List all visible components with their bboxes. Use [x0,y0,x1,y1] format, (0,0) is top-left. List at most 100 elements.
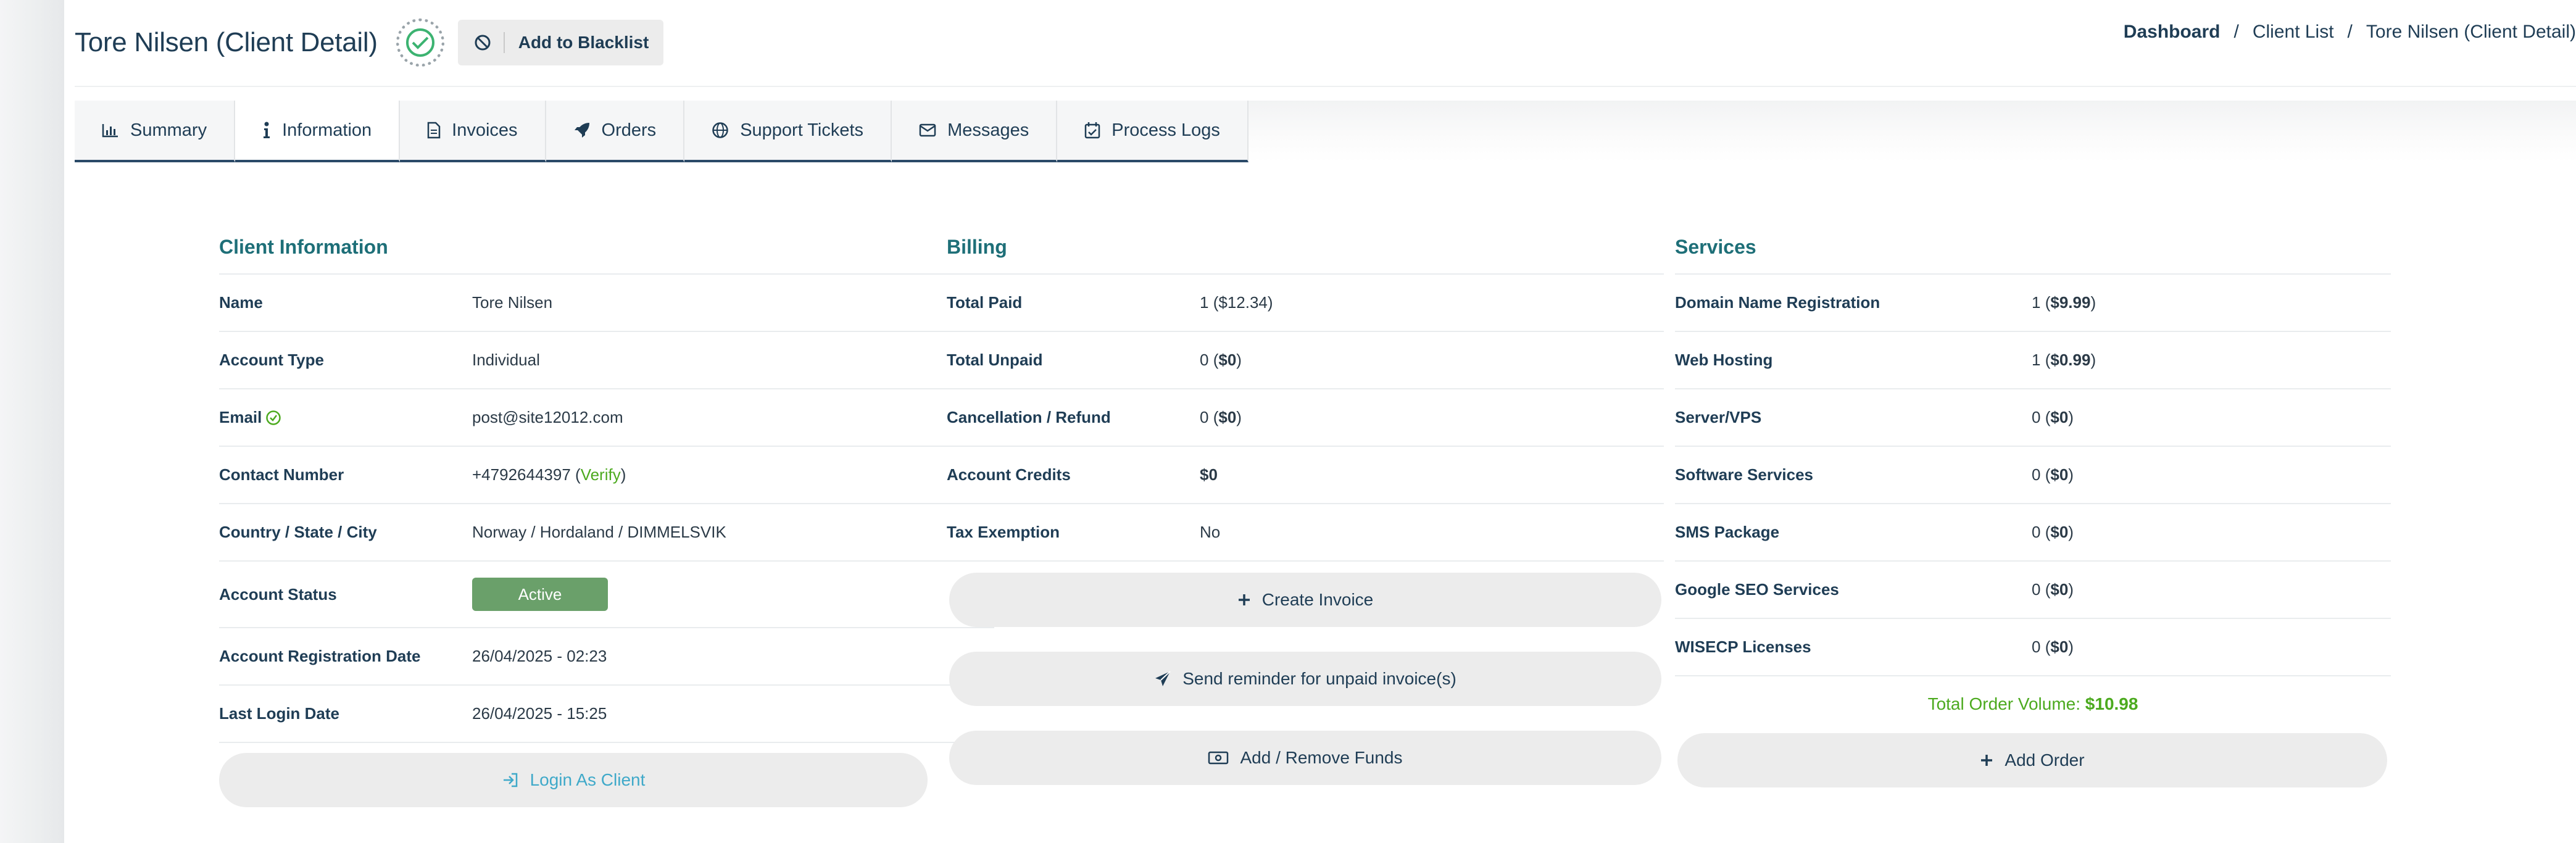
add-order-button[interactable]: Add Order [1677,733,2387,787]
service-row: Software Services 0 ($0) [1675,447,2391,504]
row-label: WISECP Licenses [1675,637,1811,656]
breadcrumb-dashboard[interactable]: Dashboard [2124,22,2221,43]
unpaid-count: 0 [1200,351,1209,369]
row-label: Total Unpaid [947,351,1043,369]
service-count: 0 [2032,637,2041,656]
billing-row-tax-exemption: Tax Exemption No [947,504,1664,562]
refund-count: 0 [1200,408,1209,426]
service-amount: $0 [2050,637,2069,656]
create-invoice-button[interactable]: Create Invoice [949,573,1661,627]
add-to-blacklist-button[interactable]: Add to Blacklist [457,20,664,65]
row-label: Server/VPS [1675,408,1762,426]
chart-icon [102,124,118,138]
breadcrumb: Dashboard / Client List / Tore Nilsen (C… [2123,22,2576,43]
row-label: Software Services [1675,465,1814,484]
info-row-account-status: Account Status Active [219,562,994,628]
tax-value: No [1200,523,1221,541]
service-count: 1 [2032,351,2041,369]
phone-value: +4792644397 [472,465,571,484]
billing-panel: Billing Total Paid 1 ($12.34) Total Unpa… [947,231,1664,785]
globe-icon [712,122,728,138]
total-value: $10.98 [2085,694,2138,713]
ban-icon [475,35,491,51]
row-label: Cancellation / Refund [947,408,1111,426]
button-label: Add Order [2005,750,2085,770]
billing-row-total-unpaid: Total Unpaid 0 ($0) [947,332,1664,389]
rocket-icon [574,123,589,138]
tab-support-tickets[interactable]: Support Tickets [684,101,892,162]
row-value: Tore Nilsen [472,293,553,312]
row-label: Domain Name Registration [1675,293,1880,312]
client-detail-page: Tore Nilsen (Client Detail) Add to Black… [64,0,2576,843]
section-title: Client Information [219,231,994,275]
page-title: Tore Nilsen (Client Detail) [75,27,378,57]
tab-orders[interactable]: Orders [546,101,685,162]
section-title: Billing [947,231,1664,275]
add-remove-funds-button[interactable]: Add / Remove Funds [949,731,1661,785]
row-label: Account Credits [947,465,1071,484]
button-label: Add / Remove Funds [1240,748,1403,767]
row-label: Account Status [219,584,337,604]
verify-link[interactable]: Verify [581,465,621,484]
total-order-volume: Total Order Volume: $10.98 [1675,676,2391,732]
credits-value: $0 [1200,465,1218,484]
tab-invoices[interactable]: Invoices [400,101,546,162]
row-label: Country / State / City [219,523,377,541]
row-value: 26/04/2025 - 02:23 [472,647,607,665]
billing-row-total-paid: Total Paid 1 ($12.34) [947,275,1664,332]
service-count: 0 [2032,465,2041,484]
row-label: Tax Exemption [947,523,1060,541]
paid-amount: $12.34 [1218,293,1268,312]
row-label: Last Login Date [219,704,340,723]
tab-summary[interactable]: Summary [75,101,236,162]
service-count: 0 [2032,580,2041,599]
document-icon [427,122,441,139]
tab-process-logs[interactable]: Process Logs [1057,101,1249,162]
left-sidebar-shadow [0,0,64,843]
unpaid-amount: $0 [1218,351,1237,369]
row-value: Norway / Hordaland / DIMMELSVIK [472,523,726,541]
row-label: Account Registration Date [219,647,421,665]
header-divider [75,86,2576,87]
tab-label: Summary [130,120,207,140]
verified-icon [396,19,444,67]
email-value: post@site12012.com [472,408,623,426]
services-panel: Services Domain Name Registration 1 ($9.… [1675,231,2391,787]
info-row-contact-number: Contact Number +4792644397 (Verify) [219,447,994,504]
breadcrumb-client-list[interactable]: Client List [2253,22,2334,43]
billing-row-refund: Cancellation / Refund 0 ($0) [947,389,1664,447]
service-count: 0 [2032,408,2041,426]
button-label: Send reminder for unpaid invoice(s) [1182,669,1456,688]
info-row-location: Country / State / City Norway / Hordalan… [219,504,994,562]
sign-in-icon [503,773,517,787]
login-as-client-button[interactable]: Login As Client [219,753,928,807]
tab-label: Information [282,120,372,140]
tab-label: Process Logs [1111,120,1220,140]
page-header: Tore Nilsen (Client Detail) Add to Black… [75,15,2576,70]
send-reminder-button[interactable]: Send reminder for unpaid invoice(s) [949,652,1661,706]
tab-label: Support Tickets [740,120,864,140]
tab-messages[interactable]: Messages [892,101,1058,162]
blacklist-label: Add to Blacklist [518,33,649,52]
email-verified-icon [266,410,281,425]
row-value: 26/04/2025 - 15:25 [472,704,607,723]
info-row-email: Email post@site12012.com [219,389,994,447]
row-label: Contact Number [219,465,344,484]
tab-label: Messages [947,120,1029,140]
plus-icon [1238,594,1250,605]
row-label: Email [219,408,262,426]
service-amount: $0 [2050,580,2069,599]
tab-information[interactable]: Information [235,101,401,162]
row-label: Name [219,293,263,312]
service-row: Server/VPS 0 ($0) [1675,389,2391,447]
service-row: Google SEO Services 0 ($0) [1675,562,2391,619]
breadcrumb-current: Tore Nilsen (Client Detail) [2366,22,2576,42]
info-row-name: Name Tore Nilsen [219,275,994,332]
service-amount: $0 [2050,523,2069,541]
service-count: 1 [2032,293,2041,312]
tab-label: Orders [601,120,657,140]
row-label: Web Hosting [1675,351,1773,369]
billing-row-account-credits: Account Credits $0 [947,447,1664,504]
service-amount: $0 [2050,465,2069,484]
refund-amount: $0 [1218,408,1237,426]
